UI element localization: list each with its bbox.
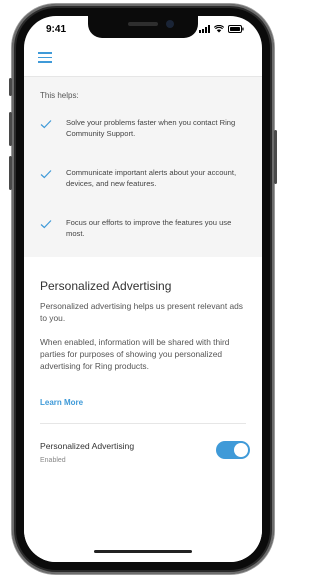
personalized-ads-section: Personalized Advertising Personalized ad… xyxy=(24,257,262,562)
app-header xyxy=(24,42,262,77)
benefit-text: Communicate important alerts about your … xyxy=(66,168,237,188)
notch xyxy=(88,16,198,38)
toggle-knob xyxy=(234,443,248,457)
learn-more-link[interactable]: Learn More xyxy=(40,398,83,407)
front-camera xyxy=(166,20,174,28)
volume-down-button xyxy=(9,156,12,190)
section-disclosure: When enabled, information will be shared… xyxy=(40,337,230,371)
divider xyxy=(40,423,246,424)
power-button xyxy=(274,130,277,184)
benefit-text: Solve your problems faster when you cont… xyxy=(66,118,236,138)
home-indicator[interactable] xyxy=(94,550,192,553)
checkmark-icon xyxy=(40,170,52,179)
wifi-icon xyxy=(214,25,224,33)
speaker-grille xyxy=(128,22,158,26)
toggle-status: Enabled xyxy=(40,457,66,464)
hamburger-menu-icon[interactable] xyxy=(38,52,52,64)
checkmark-icon xyxy=(40,120,52,129)
toggle-label: Personalized Advertising xyxy=(40,441,135,451)
section-title: Personalized Advertising xyxy=(40,279,172,293)
signal-icon xyxy=(199,25,210,33)
benefit-text: Focus our efforts to improve the feature… xyxy=(66,218,232,238)
checkmark-icon xyxy=(40,220,52,229)
mute-switch xyxy=(9,78,12,96)
status-time: 9:41 xyxy=(46,24,67,35)
battery-icon xyxy=(228,25,244,33)
section-description: Personalized advertising helps us presen… xyxy=(40,301,243,323)
status-icons xyxy=(199,25,244,33)
volume-up-button xyxy=(9,112,12,146)
helps-title: This helps: xyxy=(40,91,79,100)
helps-section: This helps: Solve your problems faster w… xyxy=(24,77,262,257)
phone-screen: 9:41 This helps: Solve your problems fas… xyxy=(24,16,262,562)
personalized-ads-toggle[interactable] xyxy=(216,441,250,459)
